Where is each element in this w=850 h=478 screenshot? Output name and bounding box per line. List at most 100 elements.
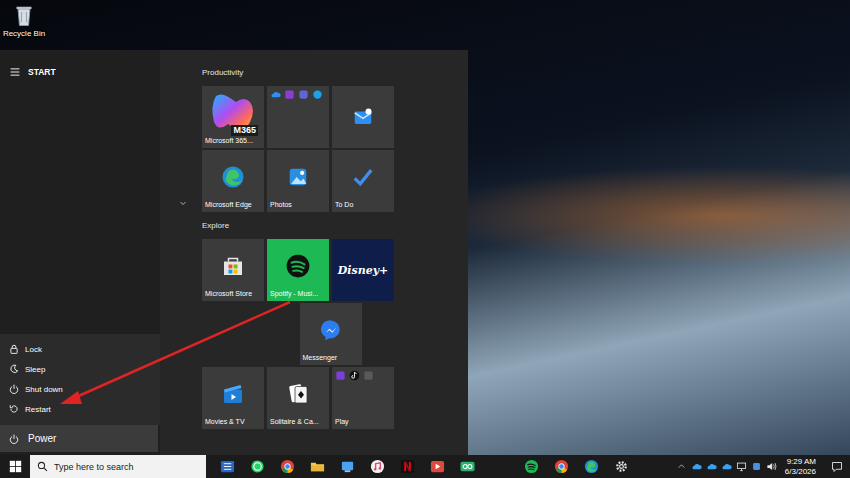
music-icon (370, 459, 385, 474)
tile[interactable]: Spotify - Musi... (267, 239, 329, 301)
tile-label: Messenger (303, 353, 359, 362)
chevron-up-icon (677, 462, 686, 471)
search-placeholder: Type here to search (54, 462, 134, 472)
desktop-icon-label: Recycle Bin (3, 29, 45, 38)
power-menu-item[interactable]: Sleep (0, 359, 160, 379)
tray-item[interactable] (719, 461, 734, 472)
tile-label: Play (335, 417, 391, 426)
tile[interactable]: Movies & TV (202, 367, 264, 429)
tile-group-title[interactable]: Productivity (202, 68, 468, 78)
search-box[interactable]: Type here to search (30, 455, 206, 478)
power-menu-label: Shut down (25, 385, 63, 394)
app-tray-icon (751, 461, 762, 472)
tile[interactable] (267, 86, 329, 148)
tile-art (335, 153, 391, 200)
tile[interactable]: Messenger (300, 303, 362, 365)
power-menu-item[interactable]: Restart (0, 399, 160, 419)
cloud-icon (721, 461, 732, 472)
disney-logo: Disney+ (338, 264, 389, 277)
onenote-icon (284, 89, 295, 100)
power-menu-item[interactable]: Shut down (0, 379, 160, 399)
tile-art (270, 153, 326, 200)
tile[interactable]: To Do (332, 150, 394, 212)
power-menu-label: Restart (25, 405, 51, 414)
group-chevron-cell (176, 239, 202, 429)
tile[interactable]: M365Microsoft 365... (202, 86, 264, 148)
tile-art (303, 306, 359, 353)
folder-icon (310, 459, 325, 474)
tile-label: Photos (270, 200, 326, 209)
tile-group: Explore Microsoft StoreSpotify - Musi... D… (176, 221, 468, 429)
taskbar-app[interactable] (272, 455, 302, 478)
clock[interactable]: 9:29 AM6/3/2026 (779, 457, 824, 477)
tray-item[interactable] (734, 461, 749, 472)
tile-art (205, 242, 261, 289)
tile[interactable]: Photos (267, 150, 329, 212)
netflix-icon (400, 459, 415, 474)
chrome-icon (280, 459, 295, 474)
taskbar-app[interactable] (332, 455, 362, 478)
taskbar-app[interactable] (302, 455, 332, 478)
gear-icon (614, 459, 629, 474)
movies-icon (221, 382, 245, 406)
taskbar-app[interactable] (392, 455, 422, 478)
edge-icon (584, 459, 599, 474)
desktop: Recycle Bin START Lock Sleep Shut down Restar… (0, 0, 850, 455)
notification-button[interactable] (824, 461, 850, 473)
group-chevron-cell (176, 86, 202, 212)
tile[interactable]: Microsoft Edge (202, 150, 264, 212)
taskbar-app[interactable] (242, 455, 272, 478)
taskbar-app[interactable] (606, 455, 636, 478)
network-icon (736, 461, 747, 472)
power-icon (9, 434, 19, 444)
tile-label: Microsoft Edge (205, 200, 261, 209)
tile-pane: Productivity M365Microsoft 365... Microsof… (160, 50, 468, 455)
tray-item[interactable] (764, 461, 779, 472)
tile[interactable] (332, 86, 394, 148)
tray-item[interactable] (689, 461, 704, 472)
taskbar: Type here to search 9:29 AM6/3/2026 (0, 455, 850, 478)
power-menu-label: Sleep (25, 365, 45, 374)
teams-icon (298, 89, 309, 100)
taskbar-app[interactable] (576, 455, 606, 478)
tray-item[interactable] (674, 462, 689, 471)
taskbar-app[interactable] (212, 455, 242, 478)
hamburger-icon (10, 67, 20, 77)
power-button[interactable]: Power (0, 425, 158, 452)
cards-icon (286, 382, 310, 406)
annotation-arrow (0, 0, 850, 478)
tile[interactable]: Play (332, 367, 394, 429)
taskbar-app[interactable] (452, 455, 482, 478)
spotify-icon (524, 459, 539, 474)
recycle-bin-icon (12, 3, 36, 27)
tile[interactable]: Disney+ (332, 239, 394, 301)
tile-art: M365 (205, 89, 261, 136)
power-menu-item[interactable]: Lock (0, 339, 160, 359)
store-icon (221, 254, 245, 278)
messenger-icon (320, 319, 342, 341)
tile[interactable]: Microsoft Store (202, 239, 264, 301)
taskbar-app[interactable] (422, 455, 452, 478)
taskbar-app[interactable] (516, 455, 546, 478)
start-header[interactable]: START (0, 50, 160, 94)
system-tray: 9:29 AM6/3/2026 (674, 455, 850, 478)
skype-icon (312, 89, 323, 100)
tile-label: Solitaire & Ca... (270, 417, 326, 426)
tile-group-title[interactable]: Explore (202, 221, 468, 231)
tile[interactable]: Solitaire & Ca... (267, 367, 329, 429)
start-button[interactable] (0, 455, 30, 478)
clock-time: 9:29 AM (787, 457, 816, 467)
notification-icon (831, 461, 843, 473)
taskbar-app[interactable] (546, 455, 576, 478)
tile-art (205, 370, 261, 417)
power-menu-label: Lock (25, 345, 42, 354)
taskbar-app[interactable] (362, 455, 392, 478)
tray-item[interactable] (749, 461, 764, 472)
desktop-icon[interactable]: Recycle Bin (4, 3, 44, 38)
tile-art (270, 89, 326, 145)
pinned-apps (212, 455, 482, 478)
tray-item[interactable] (704, 461, 719, 472)
clock-date: 6/3/2026 (785, 467, 816, 477)
tile-art: Disney+ (335, 242, 391, 298)
chrome-icon (554, 459, 569, 474)
